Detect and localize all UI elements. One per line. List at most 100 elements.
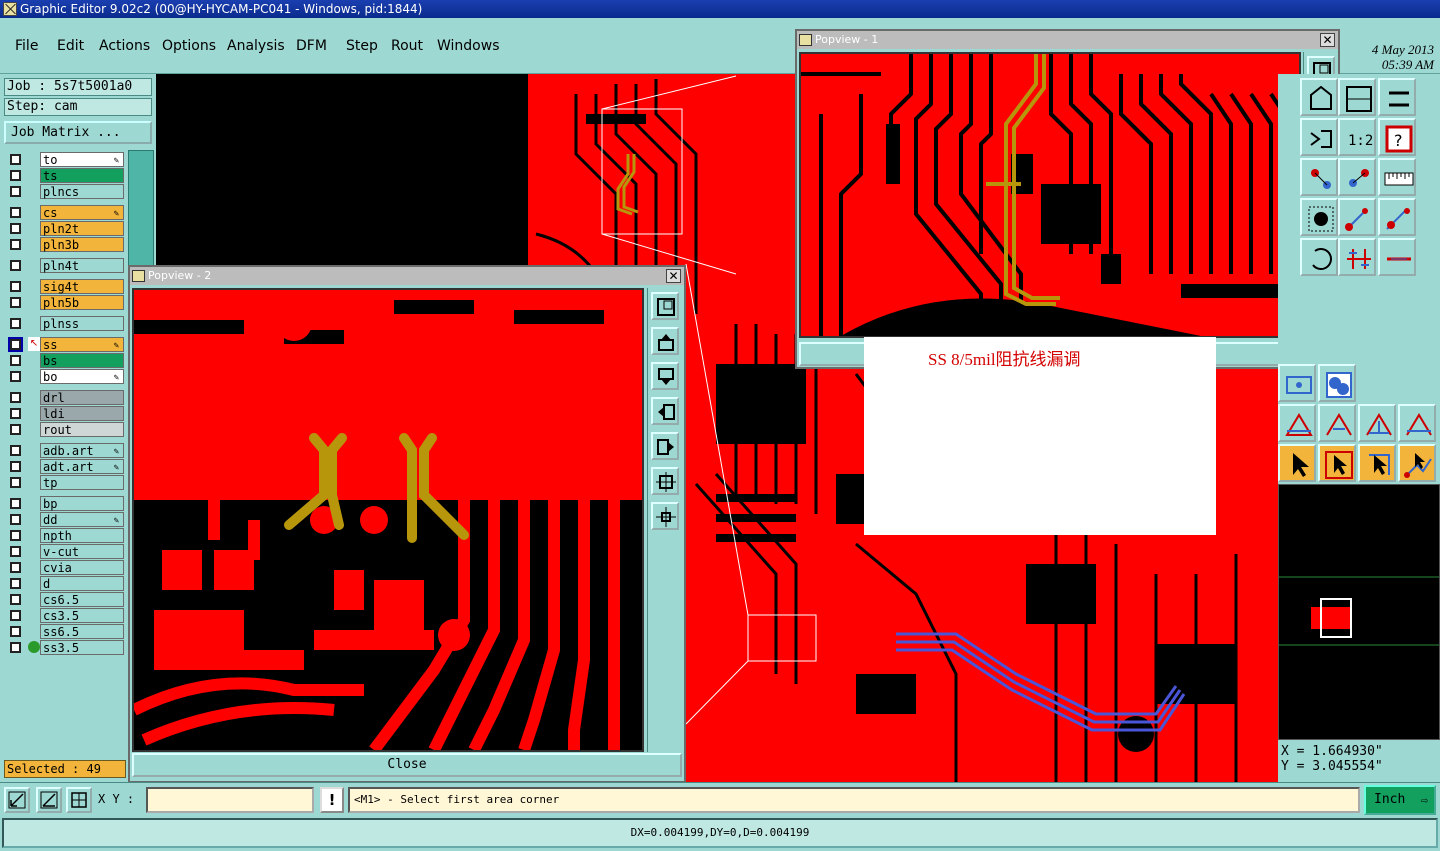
layer-checkbox[interactable] [10,530,21,541]
layer-checkbox[interactable] [10,477,21,488]
layer-checkbox[interactable] [10,281,21,292]
center-icon[interactable] [1278,364,1316,402]
net-alt-icon[interactable] [1338,158,1376,196]
layer-row[interactable]: dd ✎ [4,512,126,527]
shape-b-icon[interactable] [1318,404,1356,442]
menu-analysis[interactable]: Analysis [227,38,285,54]
shape-c-icon[interactable] [1358,404,1396,442]
layer-row[interactable]: adt.art ✎ [4,459,126,474]
layer-checkbox[interactable] [10,154,21,165]
menu-edit[interactable]: Edit [57,38,84,54]
overview-map[interactable] [1278,484,1440,740]
popview-zoom-fit-icon[interactable] [651,292,679,320]
popview-1-titlebar[interactable]: Popview - 1 ✕ [797,31,1338,49]
layer-row[interactable]: ldi [4,406,126,421]
layer-checkbox[interactable] [10,578,21,589]
layer-checkbox[interactable] [10,170,21,181]
layer-checkbox[interactable] [10,626,21,637]
layer-row[interactable]: pln2t [4,221,126,236]
popview-zoom-out-icon[interactable] [651,502,679,530]
message-button[interactable]: ! [320,787,344,813]
popview-1-close-icon[interactable]: ✕ [1320,33,1335,47]
layer-row[interactable]: drl [4,390,126,405]
layer-checkbox[interactable] [10,445,21,456]
measure-tool-icon[interactable] [4,787,30,813]
popview-pan-left-icon[interactable] [651,397,679,425]
menu-dfm[interactable]: DFM [296,38,327,54]
layer-checkbox[interactable] [8,337,23,352]
layer-checkbox[interactable] [10,355,21,366]
layer-row[interactable]: cs3.5 [4,608,126,623]
rotate-icon[interactable] [1300,238,1338,276]
drag-icon[interactable] [1338,198,1376,236]
layer-row[interactable]: npth [4,528,126,543]
unit-toggle-button[interactable]: Inch ⇨ [1364,785,1436,815]
help-icon[interactable]: ? [1378,118,1416,156]
measure-icon[interactable] [1378,78,1416,116]
menu-file[interactable]: File [15,38,38,54]
layer-row[interactable]: tp [4,475,126,490]
layer-checkbox[interactable] [10,392,21,403]
menu-step[interactable]: Step [346,38,378,54]
flip-icon[interactable] [1338,238,1376,276]
popview-zoom-in-icon[interactable] [651,467,679,495]
angle-tool-icon[interactable] [36,787,62,813]
pad-icon[interactable] [1318,364,1356,402]
layer-checkbox[interactable] [10,562,21,573]
popview-pan-down-icon[interactable] [651,362,679,390]
dot-icon[interactable] [1300,198,1338,236]
layer-checkbox[interactable] [10,594,21,605]
menu-options[interactable]: Options [162,38,216,54]
popview-2-view[interactable] [132,288,644,752]
menu-rout[interactable]: Rout [391,38,423,54]
layer-row[interactable]: to ✎ [4,152,126,167]
popview-pan-right-icon[interactable] [651,432,679,460]
layer-row[interactable]: ss3.5 [4,640,126,655]
popview-pan-up-icon[interactable] [651,327,679,355]
layer-row[interactable]: cs ✎ [4,205,126,220]
popview-1-window[interactable]: Popview - 1 ✕ [795,29,1340,369]
layer-row[interactable]: ts [4,168,126,183]
layer-checkbox[interactable] [10,239,21,250]
layer-row[interactable]: ss6.5 [4,624,126,639]
connect-icon[interactable] [1378,198,1416,236]
line-icon[interactable] [1378,238,1416,276]
layer-row[interactable]: pln3b [4,237,126,252]
net-icon[interactable] [1300,158,1338,196]
popview-2-titlebar[interactable]: Popview - 2 ✕ [130,267,684,285]
layer-row[interactable]: plnss [4,316,126,331]
menu-actions[interactable]: Actions [99,38,150,54]
layer-checkbox[interactable] [10,260,21,271]
select-net-icon[interactable] [1358,444,1396,482]
layer-row[interactable]: pln5b [4,295,126,310]
menu-windows[interactable]: Windows [437,38,500,54]
shape-d-icon[interactable] [1398,404,1436,442]
select-box-icon[interactable] [1318,444,1356,482]
popview-2-close-button[interactable]: Close [132,753,682,777]
layer-row[interactable]: pln4t [4,258,126,273]
layer-checkbox[interactable] [10,514,21,525]
layer-checkbox[interactable] [10,498,21,509]
layer-checkbox[interactable] [10,207,21,218]
layer-row[interactable]: d [4,576,126,591]
layer-row[interactable]: adb.art ✎ [4,443,126,458]
layer-checkbox[interactable] [10,371,21,382]
layer-row[interactable]: cvia [4,560,126,575]
snap-icon[interactable] [1300,118,1338,156]
shape-a-icon[interactable] [1278,404,1316,442]
layer-checkbox[interactable] [10,642,21,653]
layer-row[interactable]: v-cut [4,544,126,559]
ruler-icon[interactable] [1378,158,1416,196]
layer-row[interactable]: bo ✎ [4,369,126,384]
grid-tool-icon[interactable] [66,787,92,813]
layer-row[interactable]: bs [4,353,126,368]
layer-checkbox[interactable] [10,297,21,308]
layer-checkbox[interactable] [10,424,21,435]
layer-checkbox[interactable] [10,610,21,621]
popview-2-close-icon[interactable]: ✕ [666,269,681,283]
layer-checkbox[interactable] [10,186,21,197]
popview-2-window[interactable]: Popview - 2 ✕ Close [128,265,686,783]
layer-checkbox[interactable] [10,461,21,472]
popview-1-view[interactable] [799,52,1301,338]
layer-checkbox[interactable] [10,546,21,557]
